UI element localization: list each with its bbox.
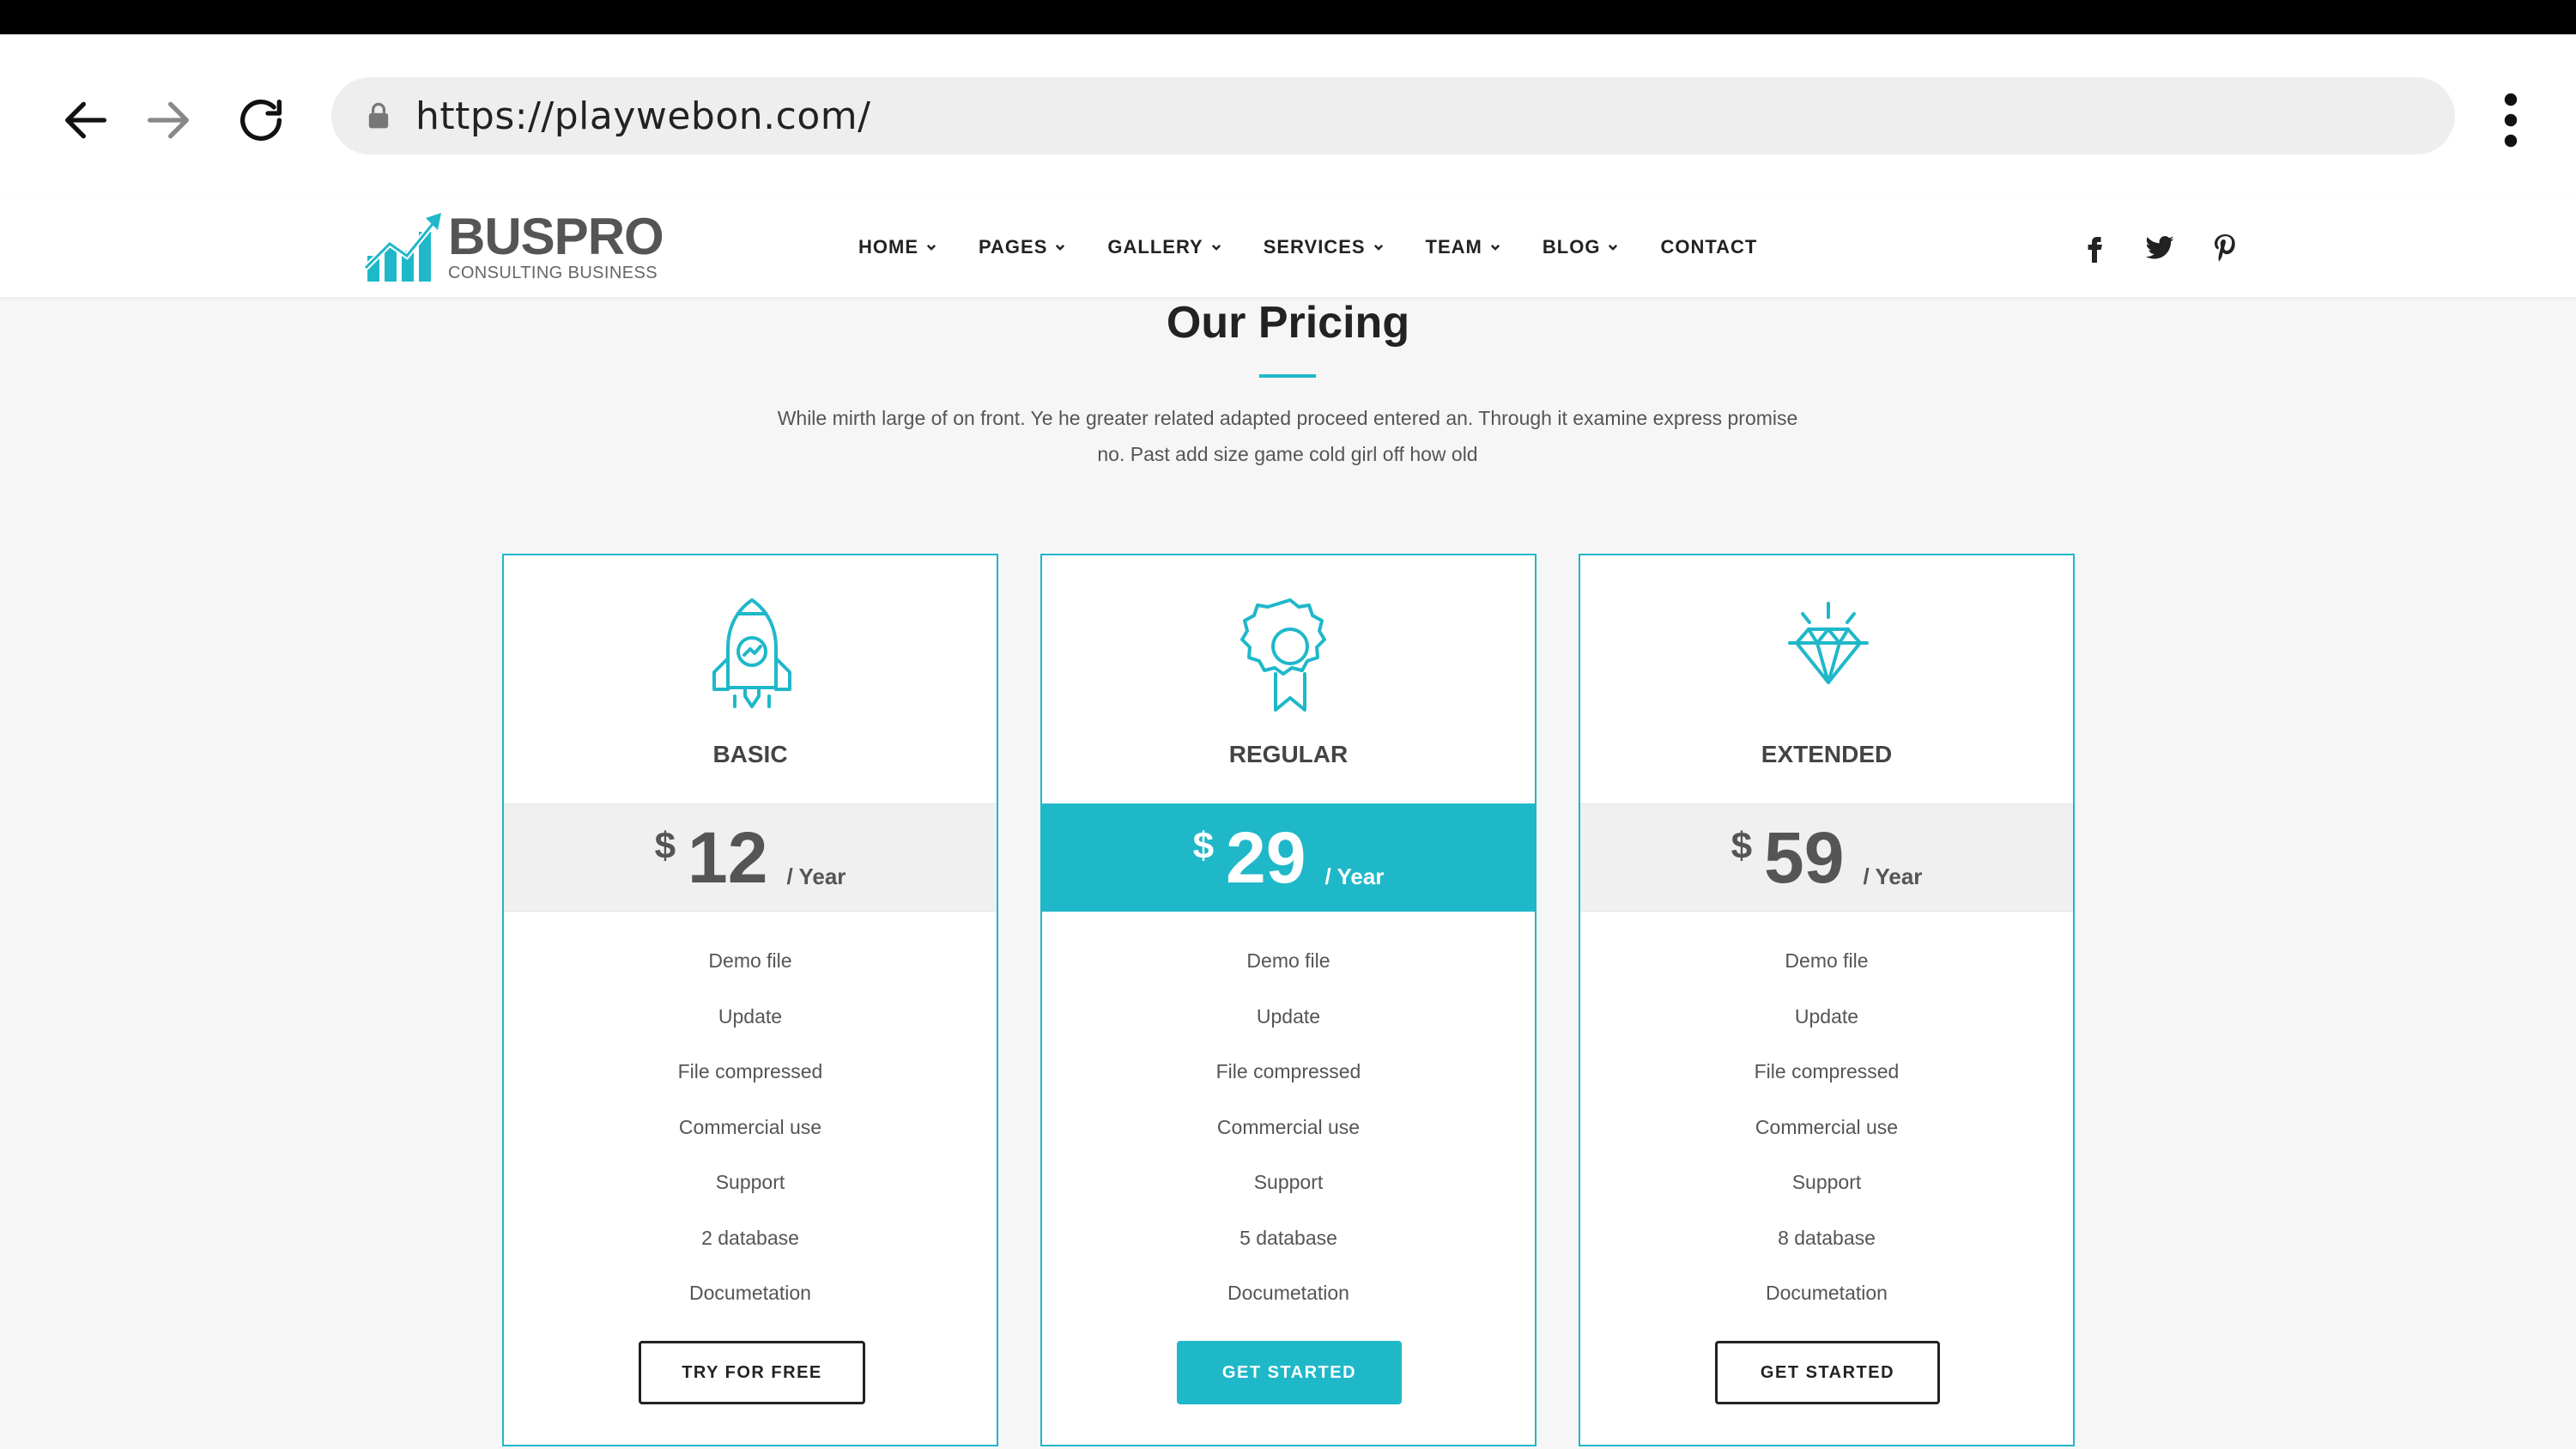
chevron-down-icon <box>926 245 936 251</box>
price-currency: $ <box>1192 825 1215 867</box>
plan-name: EXTENDED <box>1761 741 1893 767</box>
logo-tagline: CONSULTING BUSINESS <box>448 263 658 282</box>
feature-item: 2 database <box>701 1226 799 1249</box>
plan-name: REGULAR <box>1228 741 1349 767</box>
pricing-card-extended: EXTENDED $ 59 / Year Demo file Update Fi… <box>1579 554 2075 1446</box>
award-icon <box>1234 595 1346 715</box>
arrow-left-icon <box>65 101 106 139</box>
logo-chart-icon <box>364 213 441 282</box>
nav-item-label: HOME <box>858 236 918 258</box>
browser-menu-button[interactable] <box>2489 86 2532 155</box>
nav-item-label: CONTACT <box>1660 236 1758 258</box>
feature-item: Update <box>718 1004 783 1028</box>
nav-item-blog[interactable]: BLOG <box>1543 236 1620 258</box>
reload-button[interactable] <box>227 86 295 155</box>
nav-item-label: GALLERY <box>1107 236 1203 258</box>
feature-item: Update <box>1256 1004 1321 1028</box>
feature-item: Support <box>715 1171 785 1193</box>
logo-name: BUSPRO <box>448 207 664 265</box>
twitter-icon[interactable] <box>2144 232 2175 263</box>
nav-item-label: TEAM <box>1425 236 1482 258</box>
back-button[interactable] <box>52 86 120 155</box>
feature-item: Documetation <box>689 1282 811 1304</box>
nav-item-services[interactable]: SERVICES <box>1264 236 1385 258</box>
nav-item-pages[interactable]: PAGES <box>979 236 1066 258</box>
price-amount: 12 <box>688 817 768 898</box>
reload-icon <box>240 100 282 141</box>
feature-item: Demo file <box>708 949 792 972</box>
facebook-icon[interactable] <box>2079 232 2110 263</box>
section-title: Our Pricing <box>1166 298 1410 348</box>
price-band-featured: $ 29 / Year <box>1042 803 1535 912</box>
site-logo[interactable]: BUSPRO CONSULTING BUSINESS <box>364 197 664 297</box>
nav-item-home[interactable]: HOME <box>858 236 937 258</box>
plan-name: BASIC <box>712 741 788 767</box>
feature-item: Demo file <box>1785 949 1869 972</box>
pricing-card-regular: REGULAR $ 29 / Year Demo file Update Fil… <box>1040 554 1537 1446</box>
pinterest-icon[interactable] <box>2209 232 2240 263</box>
nav-item-gallery[interactable]: GALLERY <box>1107 236 1221 258</box>
nav-item-label: PAGES <box>979 236 1048 258</box>
title-divider <box>1259 374 1316 378</box>
get-started-button-extended[interactable]: GET STARTED <box>1715 1341 1940 1404</box>
feature-item: File compressed <box>1754 1060 1900 1082</box>
feature-item: Documetation <box>1766 1282 1888 1304</box>
rocket-icon <box>696 595 808 715</box>
price-period: / Year <box>1324 864 1385 889</box>
nav-item-label: SERVICES <box>1263 236 1366 258</box>
address-bar[interactable]: https://playwebon.com/ <box>331 77 2455 155</box>
main-navigation: HOME PAGES GALLERY SERVICES TEAM BLOG CO… <box>858 197 1757 297</box>
more-vertical-icon <box>2504 93 2518 148</box>
feature-list: Demo file Update File compressed Commerc… <box>504 933 997 1321</box>
feature-item: Demo file <box>1246 949 1330 972</box>
feature-item: Support <box>1253 1171 1324 1193</box>
chevron-down-icon <box>1609 245 1618 251</box>
nav-item-label: BLOG <box>1542 236 1601 258</box>
price-currency: $ <box>1730 825 1753 867</box>
try-for-free-button[interactable]: TRY FOR FREE <box>639 1341 865 1404</box>
price-currency: $ <box>654 825 676 867</box>
feature-item: 5 database <box>1240 1226 1337 1249</box>
social-links <box>2079 197 2240 297</box>
feature-item: Commercial use <box>1216 1115 1361 1138</box>
url-text: https://playwebon.com/ <box>415 94 871 138</box>
feature-item: Documetation <box>1227 1282 1349 1304</box>
feature-item: Update <box>1794 1004 1859 1028</box>
site-header: BUSPRO CONSULTING BUSINESS HOME PAGES GA… <box>0 197 2576 297</box>
chevron-down-icon <box>1373 245 1383 251</box>
price-amount: 59 <box>1764 817 1845 898</box>
device-status-bar <box>0 0 2576 34</box>
lock-icon <box>364 99 393 133</box>
chevron-down-icon <box>1211 245 1221 251</box>
chevron-down-icon <box>1490 245 1500 251</box>
feature-item: 8 database <box>1778 1226 1876 1249</box>
feature-item: File compressed <box>677 1060 823 1082</box>
diamond-icon <box>1773 595 1884 715</box>
feature-item: File compressed <box>1215 1060 1361 1082</box>
price-period: / Year <box>786 864 846 889</box>
feature-item: Commercial use <box>678 1115 822 1138</box>
feature-item: Commercial use <box>1755 1115 1899 1138</box>
price-amount: 29 <box>1226 817 1306 898</box>
feature-list: Demo file Update File compressed Commerc… <box>1042 933 1535 1321</box>
nav-item-team[interactable]: TEAM <box>1426 236 1501 258</box>
feature-item: Support <box>1791 1171 1862 1193</box>
get-started-button-regular[interactable]: GET STARTED <box>1177 1341 1402 1404</box>
pricing-card-basic: BASIC $ 12 / Year Demo file Update File … <box>502 554 998 1446</box>
chevron-down-icon <box>1056 245 1065 251</box>
price-band: $ 59 / Year <box>1580 803 2073 912</box>
price-period: / Year <box>1863 864 1923 889</box>
forward-button[interactable] <box>134 86 203 155</box>
browser-toolbar: https://playwebon.com/ <box>0 34 2576 197</box>
section-description: While mirth large of on front. Ye he gre… <box>777 407 1798 465</box>
nav-item-contact[interactable]: CONTACT <box>1660 236 1757 258</box>
price-band: $ 12 / Year <box>504 803 997 912</box>
feature-list: Demo file Update File compressed Commerc… <box>1580 933 2073 1321</box>
arrow-right-icon <box>148 101 189 139</box>
